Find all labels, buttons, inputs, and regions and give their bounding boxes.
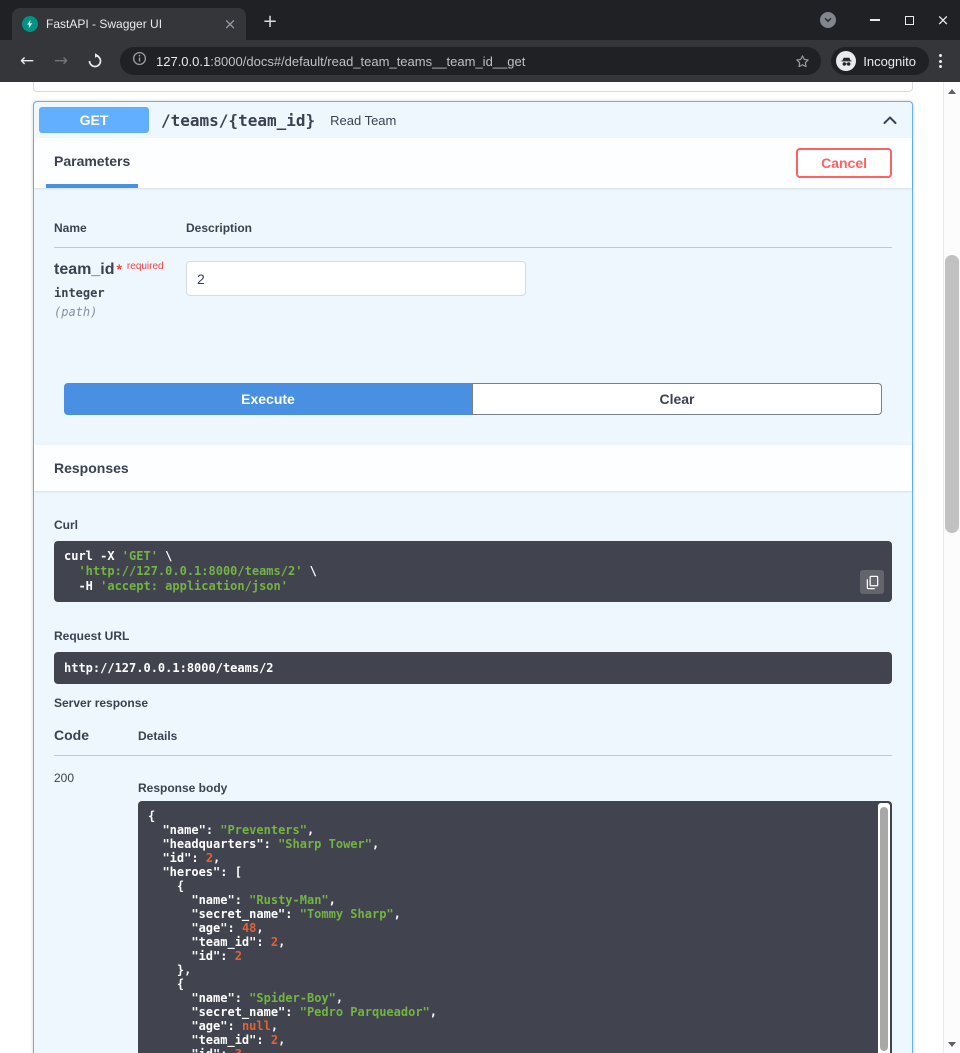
parameter-name-cell: team_id* required integer (path) [54, 261, 186, 319]
request-url-block: http://127.0.0.1:8000/teams/2 [54, 652, 892, 684]
responses-body: Curl curl -X 'GET' \ 'http://127.0.0.1:8… [34, 518, 912, 1053]
forward-button[interactable]: → [48, 51, 74, 71]
minimize-icon [870, 19, 880, 21]
response-body-block: { "name": "Preventers", "headquarters": … [138, 801, 892, 1053]
opblock-get: GET /teams/{team_id} Read Team Parameter… [33, 101, 913, 1053]
parameters-body: Name Description team_id* required intege… [34, 188, 912, 445]
opblock-summary[interactable]: GET /teams/{team_id} Read Team [34, 102, 912, 138]
back-button[interactable]: ← [14, 51, 40, 71]
responses-title: Responses [54, 460, 129, 476]
url-text: 127.0.0.1:8000/docs#/default/read_team_t… [156, 54, 794, 69]
curl-code: curl -X 'GET' \ 'http://127.0.0.1:8000/t… [64, 549, 882, 594]
cancel-button[interactable]: Cancel [796, 148, 892, 178]
execute-button[interactable]: Execute [64, 383, 472, 415]
bookmark-star-icon[interactable] [794, 53, 811, 70]
method-badge: GET [39, 107, 149, 133]
response-scrollbar[interactable] [878, 803, 890, 1053]
incognito-icon [836, 51, 856, 71]
window-close-button[interactable]: × [926, 0, 960, 40]
tab-title: FastAPI - Swagger UI [46, 17, 216, 31]
response-row: 200 Response body { "name": "Preventers"… [54, 756, 892, 1053]
required-star: * [116, 261, 121, 277]
new-tab-button[interactable]: + [258, 12, 282, 34]
parameter-row: team_id* required integer (path) [54, 248, 892, 331]
maximize-button[interactable] [892, 0, 926, 40]
page-content: GET /teams/{team_id} Read Team Parameter… [33, 82, 913, 1053]
page-scrollbar-thumb[interactable] [945, 255, 959, 533]
url-host: 127.0.0.1 [156, 54, 210, 69]
window-controls: × [820, 0, 960, 40]
server-response-label: Server response [54, 696, 892, 710]
response-body-label: Response body [138, 781, 892, 795]
parameters-header: Parameters Cancel [34, 138, 912, 188]
minimize-button[interactable] [858, 0, 892, 40]
curl-command-block: curl -X 'GET' \ 'http://127.0.0.1:8000/t… [54, 541, 892, 602]
response-json: { "name": "Preventers", "headquarters": … [148, 809, 882, 1053]
url-bar[interactable]: 127.0.0.1:8000/docs#/default/read_team_t… [120, 47, 821, 75]
incognito-label: Incognito [863, 54, 916, 69]
tab-search-icon[interactable] [820, 12, 836, 28]
clear-button[interactable]: Clear [472, 383, 882, 415]
url-path: :8000/docs#/default/read_team_teams__tea… [210, 54, 525, 69]
tab-close-icon[interactable]: × [222, 15, 238, 33]
browser-titlebar: FastAPI - Swagger UI × + × [0, 0, 960, 40]
team-id-input[interactable] [186, 261, 526, 296]
tab-parameters[interactable]: Parameters [46, 138, 138, 188]
copy-to-clipboard-button[interactable] [860, 570, 884, 594]
previous-section-bottom [33, 82, 913, 92]
page-scrollbar[interactable] [943, 82, 960, 1053]
scroll-down-arrow[interactable] [944, 1036, 960, 1052]
chevron-up-icon[interactable] [880, 110, 900, 130]
responses-header: Responses [34, 445, 912, 491]
curl-label: Curl [54, 518, 892, 532]
parameters-tab-label: Parameters [54, 153, 130, 169]
browser-tab[interactable]: FastAPI - Swagger UI × [12, 8, 246, 40]
request-url-text: http://127.0.0.1:8000/teams/2 [64, 661, 274, 675]
response-table-header: Code Details [54, 710, 892, 756]
parameter-location: (path) [54, 305, 186, 319]
fastapi-favicon-icon [22, 16, 38, 32]
browser-toolbar: ← → 127.0.0.1:8000/docs#/default/read_te… [0, 40, 960, 82]
parameter-name: team_id [54, 261, 114, 278]
parameter-value-cell [186, 261, 892, 319]
description-column-header: Description [186, 221, 892, 235]
info-icon[interactable] [132, 51, 147, 71]
scroll-up-arrow[interactable] [944, 83, 960, 99]
endpoint-summary: Read Team [330, 113, 880, 128]
reload-button[interactable] [82, 53, 108, 69]
details-column-header: Details [138, 729, 892, 743]
request-url-label: Request URL [54, 629, 892, 643]
parameter-type: integer [54, 286, 186, 300]
menu-icon[interactable] [939, 54, 942, 68]
parameters-table-header: Name Description [54, 188, 892, 248]
status-code: 200 [54, 771, 138, 1053]
name-column-header: Name [54, 221, 186, 235]
maximize-icon [905, 16, 914, 25]
execute-row: Execute Clear [64, 383, 882, 415]
incognito-badge: Incognito [831, 47, 929, 75]
required-label: required [127, 261, 164, 272]
code-column-header: Code [54, 727, 138, 743]
response-details-cell: Response body { "name": "Preventers", "h… [138, 771, 892, 1053]
response-scrollbar-thumb[interactable] [880, 807, 888, 1051]
swagger-page: GET /teams/{team_id} Read Team Parameter… [0, 82, 960, 1053]
endpoint-path: /teams/{team_id} [161, 111, 315, 130]
